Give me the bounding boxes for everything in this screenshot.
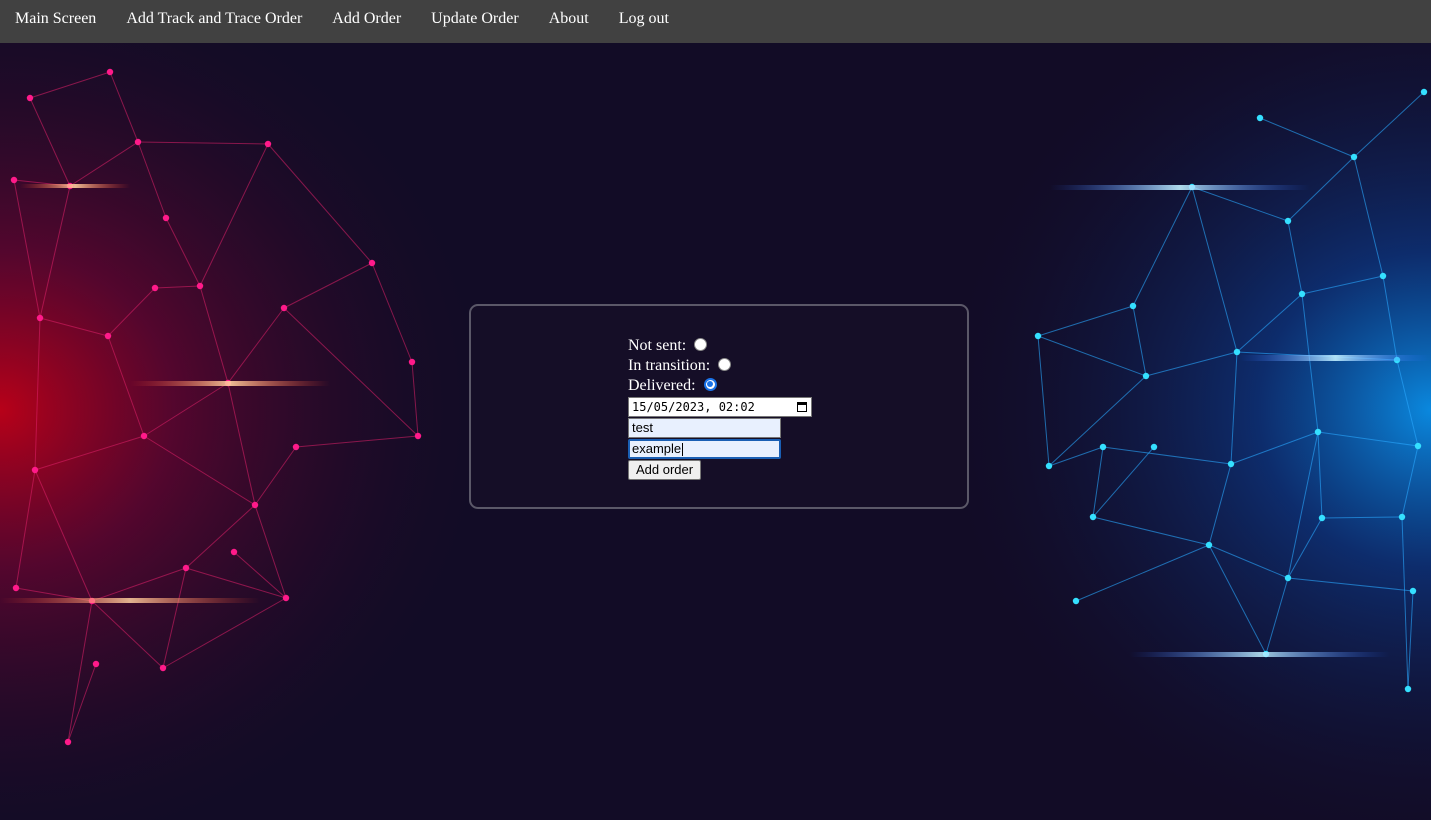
status-not-sent-radio[interactable] [694,337,708,351]
datetime-value: 15/05/2023, 02:02 [632,400,755,414]
add-order-form-panel: Not sent: In transition: Delivered: 15/0… [469,304,969,509]
status-delivered-row: Delivered: [628,376,812,396]
status-in-transition-row: In transition: [628,356,812,376]
order-text-field-2[interactable]: example [628,439,781,459]
text-caret [682,443,684,457]
nav-add-order-link[interactable]: Add Order [317,0,416,38]
nav-log-out-link[interactable]: Log out [604,0,684,38]
status-delivered-radio[interactable] [703,377,717,391]
order-text-field-2-value: example [632,441,682,456]
order-text-field-1-value: test [632,420,653,435]
calendar-icon[interactable] [797,402,807,412]
status-delivered-label: Delivered: [628,377,696,394]
status-not-sent-label: Not sent: [628,337,687,354]
status-in-transition-label: In transition: [628,357,711,374]
status-in-transition-radio[interactable] [718,357,732,371]
datetime-input[interactable]: 15/05/2023, 02:02 [628,397,812,417]
nav-update-order-link[interactable]: Update Order [416,0,534,38]
nav-main-screen-link[interactable]: Main Screen [0,0,111,38]
nav-add-track-trace-order-link[interactable]: Add Track and Trace Order [111,0,317,38]
order-text-field-1[interactable]: test [628,418,781,438]
top-navigation-bar: Main Screen Add Track and Trace Order Ad… [0,0,1431,43]
add-order-button[interactable]: Add order [628,460,702,480]
add-order-form: Not sent: In transition: Delivered: 15/0… [628,336,812,480]
status-not-sent-row: Not sent: [628,336,812,356]
nav-about-link[interactable]: About [534,0,604,38]
